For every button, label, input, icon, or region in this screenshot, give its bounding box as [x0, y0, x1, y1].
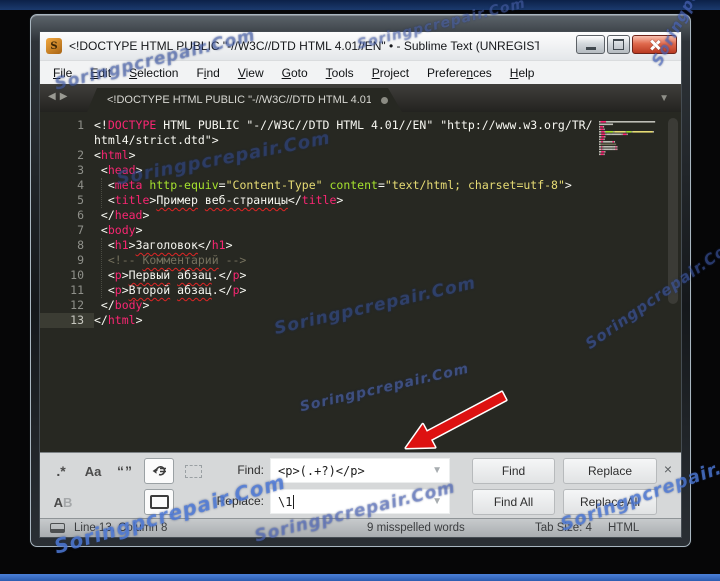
replace-label: Replace:	[216, 494, 264, 508]
sublime-logo-icon: S	[46, 38, 62, 54]
line-number: 3	[77, 163, 84, 177]
find-input-value: <p>(.+?)</p>	[278, 463, 365, 478]
code-line: 2 <html>	[40, 148, 681, 163]
minimize-button[interactable]	[576, 35, 605, 54]
highlight-matches-toggle[interactable]	[144, 489, 174, 515]
menu-item-help[interactable]: Help	[501, 63, 544, 83]
tab-prev-icon[interactable]: ◀	[48, 91, 60, 102]
menu-item-tools[interactable]: Tools	[317, 63, 363, 83]
menu-item-edit[interactable]: Edit	[81, 63, 120, 83]
minimize-icon	[585, 46, 596, 50]
code-line: 3 <head>	[40, 163, 681, 178]
menu-item-goto[interactable]: Goto	[273, 63, 317, 83]
menu-bar: File Edit Selection Find View Goto Tools Projec…	[40, 60, 681, 84]
line-number: 13	[40, 313, 94, 328]
app-window: S <!DOCTYPE HTML PUBLIC "-//W3C//DTD HTM…	[30, 14, 691, 547]
code-line: 4 <meta http-equiv="Content-Type" conten…	[40, 178, 681, 193]
find-label: Find:	[237, 463, 264, 477]
code-line: 11 <p>Второй абзац.</p>	[40, 283, 681, 298]
code-line: 9 <!-- Комментарий -->	[40, 253, 681, 268]
panel-close-icon[interactable]: ×	[664, 461, 672, 477]
maximize-icon	[613, 39, 624, 50]
misspelled-count: 9 misspelled words	[367, 522, 465, 534]
find-all-button[interactable]: Find All	[472, 489, 555, 515]
menu-item-file[interactable]: File	[44, 63, 81, 83]
code-line: 7 <body>	[40, 223, 681, 238]
tab-nav-arrows[interactable]: ◀▶	[48, 91, 71, 102]
find-input[interactable]: <p>(.+?)</p> ▼	[270, 458, 450, 483]
editor-area[interactable]: ◀▶ <!DOCTYPE HTML PUBLIC "-//W3C//DTD HT…	[40, 84, 681, 452]
wrap-icon	[152, 466, 166, 476]
close-button[interactable]	[632, 35, 677, 54]
maximize-button[interactable]	[607, 35, 630, 54]
replace-button[interactable]: Replace	[563, 458, 657, 484]
line-number: 10	[70, 268, 84, 282]
wrap-toggle[interactable]	[144, 458, 174, 484]
line-number: 4	[77, 178, 84, 192]
tab-doctype-file[interactable]: <!DOCTYPE HTML PUBLIC "-//W3C//DTD HTML …	[87, 88, 402, 112]
minimap[interactable]	[597, 118, 665, 162]
line-number: 5	[77, 193, 84, 207]
replace-all-button[interactable]: Replace All	[563, 489, 657, 515]
regex-toggle[interactable]: .*	[48, 458, 74, 484]
annotation-arrow	[404, 390, 508, 450]
line-number: 1	[77, 118, 84, 132]
code-line: 6 </head>	[40, 208, 681, 223]
background-bottom-strip	[0, 574, 720, 581]
window-content: S <!DOCTYPE HTML PUBLIC "-//W3C//DTD HTM…	[39, 31, 682, 538]
find-replace-panel: .* Aa “” Find: <p>(.+?)</p> ▼ Find Repla…	[40, 452, 681, 518]
menu-item-selection[interactable]: Selection	[120, 63, 187, 83]
line-number: 11	[70, 283, 84, 297]
replace-input-value: \1	[278, 494, 293, 509]
scrollbar-thumb[interactable]	[668, 118, 678, 304]
tab-title: <!DOCTYPE HTML PUBLIC "-//W3C//DTD HTML …	[107, 94, 371, 106]
code-line: 12 </body>	[40, 298, 681, 313]
code-line: 1 <!DOCTYPE HTML PUBLIC "-//W3C//DTD HTML…	[40, 118, 681, 133]
indent-guide	[101, 178, 102, 208]
case-sensitive-toggle[interactable]: Aa	[80, 458, 106, 484]
code-line: html4/strict.dtd">	[40, 133, 681, 148]
close-icon	[649, 39, 661, 51]
line-number	[40, 133, 94, 148]
tab-bar: ◀▶ <!DOCTYPE HTML PUBLIC "-//W3C//DTD HT…	[40, 84, 681, 112]
title-bar[interactable]: S <!DOCTYPE HTML PUBLIC "-//W3C//DTD HTM…	[40, 32, 681, 60]
line-number: 12	[70, 298, 84, 312]
indent-guide	[101, 238, 102, 298]
menu-item-find[interactable]: Find	[187, 63, 228, 83]
window-title: <!DOCTYPE HTML PUBLIC "-//W3C//DTD HTML …	[69, 39, 539, 53]
preserve-case-a: A	[53, 494, 63, 510]
window-controls	[576, 35, 677, 54]
background-top-strip	[0, 0, 720, 10]
code-line: 13 </html>	[40, 313, 681, 328]
code-line: 5 <title>Пример веб-страницы</title>	[40, 193, 681, 208]
code-line: 10 <p>Первый абзац.</p>	[40, 268, 681, 283]
tab-size-indicator[interactable]: Tab Size: 4	[535, 522, 592, 534]
line-number: 2	[77, 148, 84, 162]
line-number: 7	[77, 223, 84, 237]
preserve-case-toggle[interactable]: AB	[48, 489, 78, 515]
text-caret	[293, 494, 295, 509]
highlight-matches-icon	[149, 495, 169, 509]
code-line: 8 <h1>Заголовок</h1>	[40, 238, 681, 253]
tab-next-icon[interactable]: ▶	[60, 91, 72, 102]
line-number: 8	[77, 238, 84, 252]
line-number: 6	[77, 208, 84, 222]
panel-toggle-icon[interactable]	[50, 523, 65, 533]
menu-item-view[interactable]: View	[229, 63, 273, 83]
cursor-position: Line 13, Column 8	[74, 522, 168, 534]
syntax-indicator[interactable]: HTML	[608, 522, 639, 534]
replace-history-dropdown-icon[interactable]: ▼	[432, 496, 442, 507]
line-number: 9	[77, 253, 84, 267]
menu-item-preferences[interactable]: Preferences	[418, 63, 501, 83]
find-history-dropdown-icon[interactable]: ▼	[432, 465, 442, 476]
code-view[interactable]: 1 <!DOCTYPE HTML PUBLIC "-//W3C//DTD HTML…	[40, 112, 681, 452]
tab-list-dropdown-icon[interactable]: ▼	[659, 93, 669, 104]
find-button[interactable]: Find	[472, 458, 555, 484]
whole-word-toggle[interactable]: “”	[112, 458, 138, 484]
status-bar: Line 13, Column 8 9 misspelled words Tab…	[40, 518, 681, 537]
menu-item-project[interactable]: Project	[363, 63, 418, 83]
replace-input[interactable]: \1 ▼	[270, 489, 450, 514]
tab-modified-dot-icon	[381, 97, 388, 104]
preserve-case-b: B	[63, 494, 73, 510]
